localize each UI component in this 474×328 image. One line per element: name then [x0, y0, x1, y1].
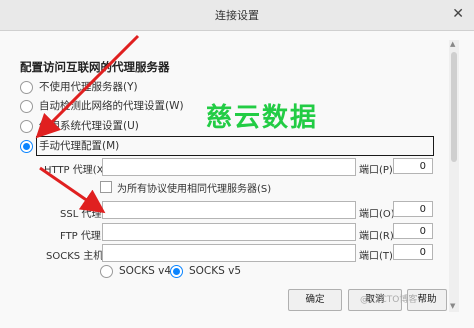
socks-v4-label: SOCKS v4 [119, 265, 172, 277]
watermark-small-text: @51CTO博客 [360, 295, 418, 305]
title-bar: 连接设置 ✕ [0, 0, 474, 31]
ssl-port-label: 端口(O) [359, 209, 395, 220]
socks-v5-label: SOCKS v5 [189, 265, 242, 277]
socks-v5-option[interactable]: SOCKS v5 [170, 263, 241, 279]
option-system-proxy[interactable]: 使用系统代理设置(U) [20, 118, 139, 134]
section-title: 配置访问互联网的代理服务器 [20, 60, 170, 74]
option-auto-detect[interactable]: 自动检测此网络的代理设置(W) [20, 98, 184, 114]
window-title: 连接设置 [215, 9, 259, 22]
watermark-text: 慈云数据 [206, 103, 319, 133]
socks-port-label: 端口(T) [359, 251, 393, 262]
radio-auto-detect[interactable] [20, 99, 33, 113]
radio-manual-proxy[interactable] [20, 139, 33, 153]
radio-socks-v5[interactable] [170, 264, 183, 278]
socks-v4-option[interactable]: SOCKS v4 [100, 263, 171, 279]
ssl-proxy-label: SSL 代理 [60, 209, 102, 220]
option-system-proxy-label: 使用系统代理设置(U) [39, 120, 139, 132]
scrollbar-thumb[interactable] [451, 52, 457, 162]
radio-socks-v4[interactable] [100, 264, 113, 278]
socks-port-input[interactable]: 0 [393, 244, 433, 260]
option-manual-proxy-label: 手动代理配置(M) [39, 140, 120, 152]
ftp-proxy-input[interactable] [102, 223, 356, 241]
option-no-proxy-label: 不使用代理服务器(Y) [39, 81, 138, 93]
same-proxy-label: 为所有协议使用相同代理服务器(S) [117, 184, 272, 195]
option-manual-proxy[interactable]: 手动代理配置(M) [20, 138, 119, 154]
radio-system-proxy[interactable] [20, 119, 33, 133]
ftp-port-input[interactable]: 0 [393, 223, 433, 239]
option-no-proxy[interactable]: 不使用代理服务器(Y) [20, 79, 138, 95]
option-auto-detect-label: 自动检测此网络的代理设置(W) [39, 100, 184, 112]
radio-no-proxy[interactable] [20, 80, 33, 94]
ssl-proxy-input[interactable] [102, 201, 356, 219]
http-port-label: 端口(P) [359, 165, 393, 176]
close-icon[interactable]: ✕ [452, 6, 464, 22]
ssl-port-input[interactable]: 0 [393, 201, 433, 217]
socks-host-input[interactable] [102, 244, 356, 262]
same-proxy-checkbox[interactable] [100, 181, 112, 193]
scroll-up-icon[interactable]: ▲ [450, 40, 455, 48]
ftp-port-label: 端口(R) [359, 231, 394, 242]
http-proxy-label: HTTP 代理(X) [44, 165, 108, 176]
socks-host-label: SOCKS 主机 [46, 251, 104, 262]
scroll-down-icon[interactable]: ▼ [450, 302, 455, 310]
ok-button[interactable]: 确定 [288, 289, 342, 311]
http-proxy-input[interactable] [102, 158, 356, 176]
ftp-proxy-label: FTP 代理 [60, 231, 101, 242]
http-port-input[interactable]: 0 [393, 158, 433, 174]
